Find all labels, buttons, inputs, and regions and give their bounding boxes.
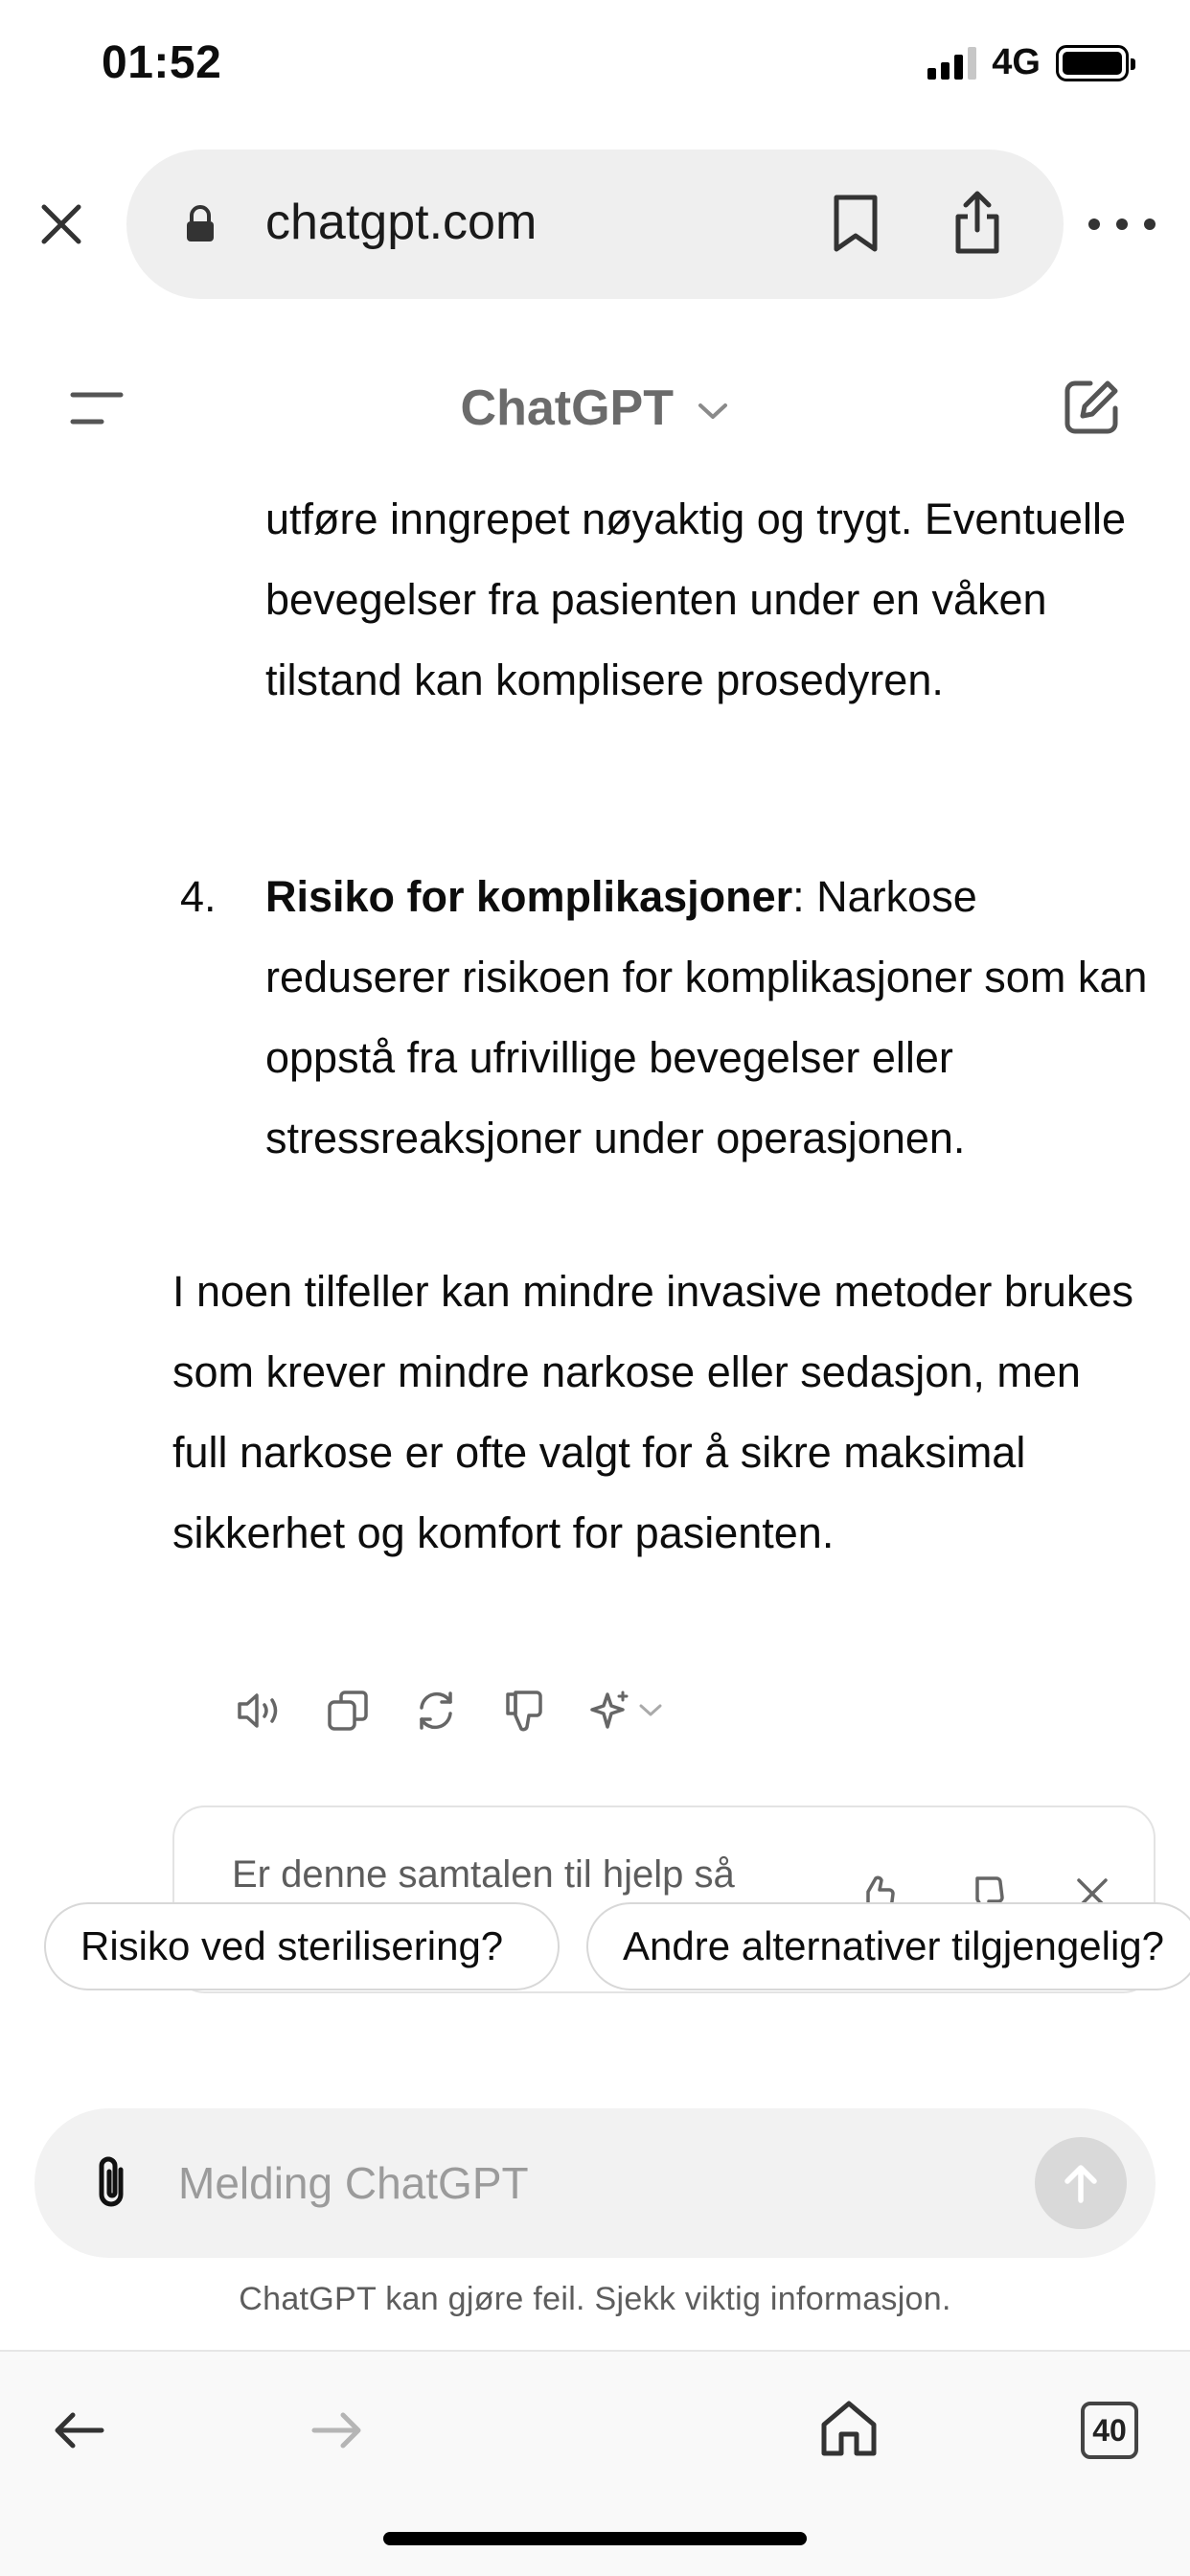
- status-bar: 01:52 4G: [0, 0, 1190, 134]
- message-paragraph: utføre inngrepet nøyaktig og trygt. Even…: [265, 494, 1126, 704]
- home-indicator: [383, 2532, 807, 2545]
- status-time: 01:52: [102, 37, 222, 88]
- feedback-prompt: Er denne samtalen til hjelp så: [232, 1853, 735, 1896]
- read-aloud-icon: [238, 1693, 278, 1728]
- more-icon: [1088, 218, 1100, 230]
- send-button[interactable]: [1035, 2137, 1127, 2229]
- battery-icon: [1056, 44, 1135, 81]
- paperclip-icon[interactable]: [88, 2152, 134, 2214]
- share-icon[interactable]: [952, 188, 1002, 257]
- close-icon: [41, 204, 81, 244]
- list-number: 4.: [180, 872, 217, 921]
- message-paragraph: I noen tilfeller kan mindre invasive met…: [172, 1267, 1133, 1557]
- model-switch-button[interactable]: [588, 1687, 671, 1735]
- cellular-signal-icon: [927, 46, 977, 80]
- app-header: ChatGPT: [0, 356, 1190, 462]
- status-indicators: 4G: [927, 42, 1135, 83]
- thumbs-down-button[interactable]: [500, 1687, 548, 1735]
- chevron-down-icon: [639, 1704, 662, 1716]
- home-icon[interactable]: [816, 2396, 881, 2461]
- list-item-title: Risiko for komplikasjoner: [265, 872, 793, 921]
- bookmark-icon[interactable]: [831, 194, 881, 253]
- disclaimer-text: ChatGPT kan gjøre feil. Sjekk viktig inf…: [239, 2281, 951, 2317]
- tab-switcher-button[interactable]: 40: [1081, 2402, 1138, 2459]
- lock-icon: [187, 205, 214, 242]
- new-chat-icon[interactable]: [1062, 378, 1121, 437]
- back-arrow-icon[interactable]: [50, 2409, 107, 2451]
- url-text: chatgpt.com: [265, 195, 538, 250]
- close-tab-button[interactable]: [34, 197, 88, 251]
- message-composer: [34, 2108, 1156, 2258]
- more-options-button[interactable]: [1088, 203, 1156, 245]
- read-aloud-button[interactable]: [236, 1687, 284, 1735]
- chevron-down-icon: [698, 403, 728, 420]
- suggestion-chips: Risiko ved sterilisering? Andre alternat…: [44, 1902, 1190, 1990]
- thumbs-down-icon: [506, 1690, 542, 1732]
- page-title: ChatGPT: [460, 380, 674, 436]
- message-input[interactable]: [178, 2147, 1012, 2220]
- forward-arrow-icon[interactable]: [309, 2409, 366, 2451]
- sparkle-icon: [590, 1690, 629, 1729]
- regenerate-button[interactable]: [412, 1687, 460, 1735]
- message-actions: [236, 1687, 671, 1735]
- arrow-up-icon: [1064, 2165, 1097, 2203]
- regenerate-icon: [420, 1691, 452, 1730]
- copy-button[interactable]: [324, 1687, 372, 1735]
- suggestion-chip[interactable]: Andre alternativer tilgjengelig?: [586, 1902, 1190, 1990]
- suggestion-chip[interactable]: Risiko ved sterilisering?: [44, 1902, 560, 1990]
- network-type: 4G: [992, 42, 1041, 82]
- model-selector[interactable]: ChatGPT: [0, 380, 1190, 437]
- browser-url-row: chatgpt.com: [0, 150, 1190, 299]
- address-bar[interactable]: chatgpt.com: [126, 150, 1064, 299]
- list-item: Risiko for komplikasjoner: Narkose redus…: [265, 857, 1166, 1179]
- copy-icon: [328, 1690, 368, 1731]
